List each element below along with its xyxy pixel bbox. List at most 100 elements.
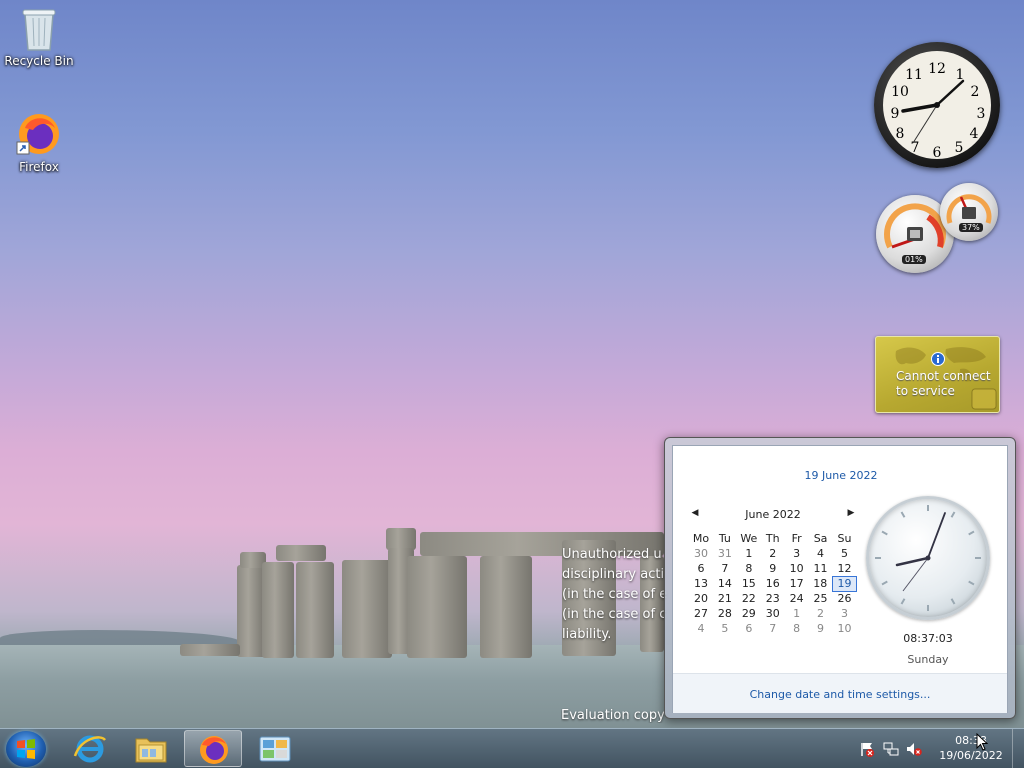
calendar-day[interactable]: 12 xyxy=(833,561,857,576)
date-heading-link[interactable]: 19 June 2022 xyxy=(673,469,1009,482)
calendar-day[interactable]: 29 xyxy=(737,606,761,621)
calendar-day[interactable]: 9 xyxy=(809,621,833,636)
calendar-week-row: 13 14 15 16 17 18 19 xyxy=(689,575,857,592)
clock-gadget[interactable]: 12 1 2 3 4 5 6 7 8 9 10 11 xyxy=(874,42,1000,168)
show-desktop-button[interactable] xyxy=(1012,729,1024,768)
start-button[interactable] xyxy=(6,731,46,767)
taskbar: 08:38 19/06/2022 xyxy=(0,728,1024,768)
calendar-day[interactable]: 22 xyxy=(737,591,761,606)
calendar-day[interactable]: 26 xyxy=(833,591,857,606)
calendar-day[interactable]: 11 xyxy=(809,561,833,576)
volume-muted-icon[interactable] xyxy=(906,741,922,757)
calendar-day[interactable]: 24 xyxy=(785,591,809,606)
stone xyxy=(237,565,265,657)
change-date-time-settings-link[interactable]: Change date and time settings... xyxy=(750,688,931,701)
flyout-footer: Change date and time settings... xyxy=(673,673,1007,713)
clock-number: 11 xyxy=(905,67,923,83)
calendar-day[interactable]: 18 xyxy=(809,576,833,591)
month-calendar: ◀ June 2022 ▶ Mo Tu We Th Fr Sa Su 30 31… xyxy=(689,508,857,636)
taskbar-windows-explorer[interactable] xyxy=(122,730,180,767)
legal-notice-text: Unauthorized u disciplinary acti (in the… xyxy=(562,545,672,645)
calendar-day[interactable]: 14 xyxy=(713,576,737,591)
clock-dial: 12 1 2 3 4 5 6 7 8 9 10 11 xyxy=(891,61,986,161)
previous-month-button[interactable]: ◀ xyxy=(689,508,701,518)
clock-number: 10 xyxy=(891,84,909,100)
calendar-day[interactable]: 7 xyxy=(761,621,785,636)
calendar-day[interactable]: 1 xyxy=(737,546,761,561)
weekday-header-row: Mo Tu We Th Fr Sa Su xyxy=(689,530,857,546)
calendar-week-row: 4 5 6 7 8 9 10 xyxy=(689,621,857,636)
calendar-grid: Mo Tu We Th Fr Sa Su 30 31 1 2 3 4 5 6 7… xyxy=(689,530,857,636)
calendar-week-row: 6 7 8 9 10 11 12 xyxy=(689,561,857,576)
clock-number: 2 xyxy=(971,84,980,100)
calendar-day[interactable]: 16 xyxy=(761,576,785,591)
clock-face: 12 1 2 3 4 5 6 7 8 9 10 11 xyxy=(883,51,991,161)
weekday-header: We xyxy=(740,531,758,545)
calendar-day[interactable]: 7 xyxy=(713,561,737,576)
calendar-day[interactable]: 6 xyxy=(689,561,713,576)
taskbar-firefox[interactable] xyxy=(184,730,242,767)
calendar-day[interactable]: 23 xyxy=(761,591,785,606)
notice-line: (in the case of c xyxy=(562,607,667,622)
clock-number: 7 xyxy=(911,140,920,156)
weather-gadget[interactable]: Cannot connect to service xyxy=(875,336,1000,413)
clock-number: 6 xyxy=(933,145,942,159)
calendar-day[interactable]: 17 xyxy=(785,576,809,591)
action-center-flag-icon[interactable] xyxy=(859,741,875,757)
clock-number: 8 xyxy=(896,126,905,142)
weather-message-line: Cannot connect xyxy=(896,369,991,383)
memory-meter-gadget[interactable]: 37% xyxy=(940,183,998,241)
desktop-icon-label: Recycle Bin xyxy=(4,54,74,68)
calendar-day[interactable]: 4 xyxy=(689,621,713,636)
calendar-day[interactable]: 30 xyxy=(689,546,713,561)
taskbar-internet-explorer[interactable] xyxy=(61,730,119,767)
taskbar-time: 08:38 xyxy=(955,734,987,747)
calendar-day[interactable]: 13 xyxy=(689,576,713,591)
weekday-header: Sa xyxy=(813,531,828,545)
analog-clock-face xyxy=(875,505,981,611)
desktop-icon-recycle-bin[interactable]: Recycle Bin xyxy=(1,6,77,68)
calendar-day-today[interactable]: 19 xyxy=(832,575,857,592)
taskbar-clock[interactable]: 08:38 19/06/2022 xyxy=(933,733,1009,763)
calendar-day[interactable]: 27 xyxy=(689,606,713,621)
calendar-day[interactable]: 8 xyxy=(737,561,761,576)
notice-line: disciplinary acti xyxy=(562,567,665,582)
taskbar-gadgets[interactable] xyxy=(246,730,304,767)
notice-line: (in the case of e xyxy=(562,587,668,602)
calendar-day[interactable]: 6 xyxy=(737,621,761,636)
folder-icon xyxy=(135,738,167,763)
calendar-day[interactable]: 25 xyxy=(809,591,833,606)
calendar-day[interactable]: 5 xyxy=(833,546,857,561)
calendar-day[interactable]: 10 xyxy=(785,561,809,576)
calendar-day[interactable]: 20 xyxy=(689,591,713,606)
memory-usage-label: 37% xyxy=(959,223,983,232)
calendar-day[interactable]: 3 xyxy=(785,546,809,561)
calendar-day[interactable]: 15 xyxy=(737,576,761,591)
firefox-icon xyxy=(16,114,59,155)
calendar-day[interactable]: 31 xyxy=(713,546,737,561)
weekday-header: Mo xyxy=(692,531,710,545)
calendar-day[interactable]: 1 xyxy=(785,606,809,621)
firefox-icon xyxy=(200,736,228,764)
calendar-day[interactable]: 2 xyxy=(809,606,833,621)
calendar-day[interactable]: 8 xyxy=(785,621,809,636)
month-label[interactable]: June 2022 xyxy=(745,508,800,521)
calendar-day[interactable]: 10 xyxy=(833,621,857,636)
calendar-day[interactable]: 9 xyxy=(761,561,785,576)
calendar-day[interactable]: 30 xyxy=(761,606,785,621)
calendar-day[interactable]: 28 xyxy=(713,606,737,621)
weekday-header: Fr xyxy=(791,531,802,545)
flyout-panel: 19 June 2022 ◀ June 2022 ▶ Mo Tu We Th F… xyxy=(672,445,1008,713)
calendar-day[interactable]: 21 xyxy=(713,591,737,606)
calendar-day[interactable]: 4 xyxy=(809,546,833,561)
notice-line: liability. xyxy=(562,627,612,642)
next-month-button[interactable]: ▶ xyxy=(845,508,857,518)
network-icon[interactable] xyxy=(883,741,899,757)
desktop-icon-label: Firefox xyxy=(19,160,59,174)
stone xyxy=(296,562,334,658)
weekday-header: Tu xyxy=(718,531,731,545)
desktop-icon-firefox[interactable]: Firefox xyxy=(1,110,77,174)
calendar-day[interactable]: 2 xyxy=(761,546,785,561)
calendar-day[interactable]: 3 xyxy=(833,606,857,621)
calendar-day[interactable]: 5 xyxy=(713,621,737,636)
